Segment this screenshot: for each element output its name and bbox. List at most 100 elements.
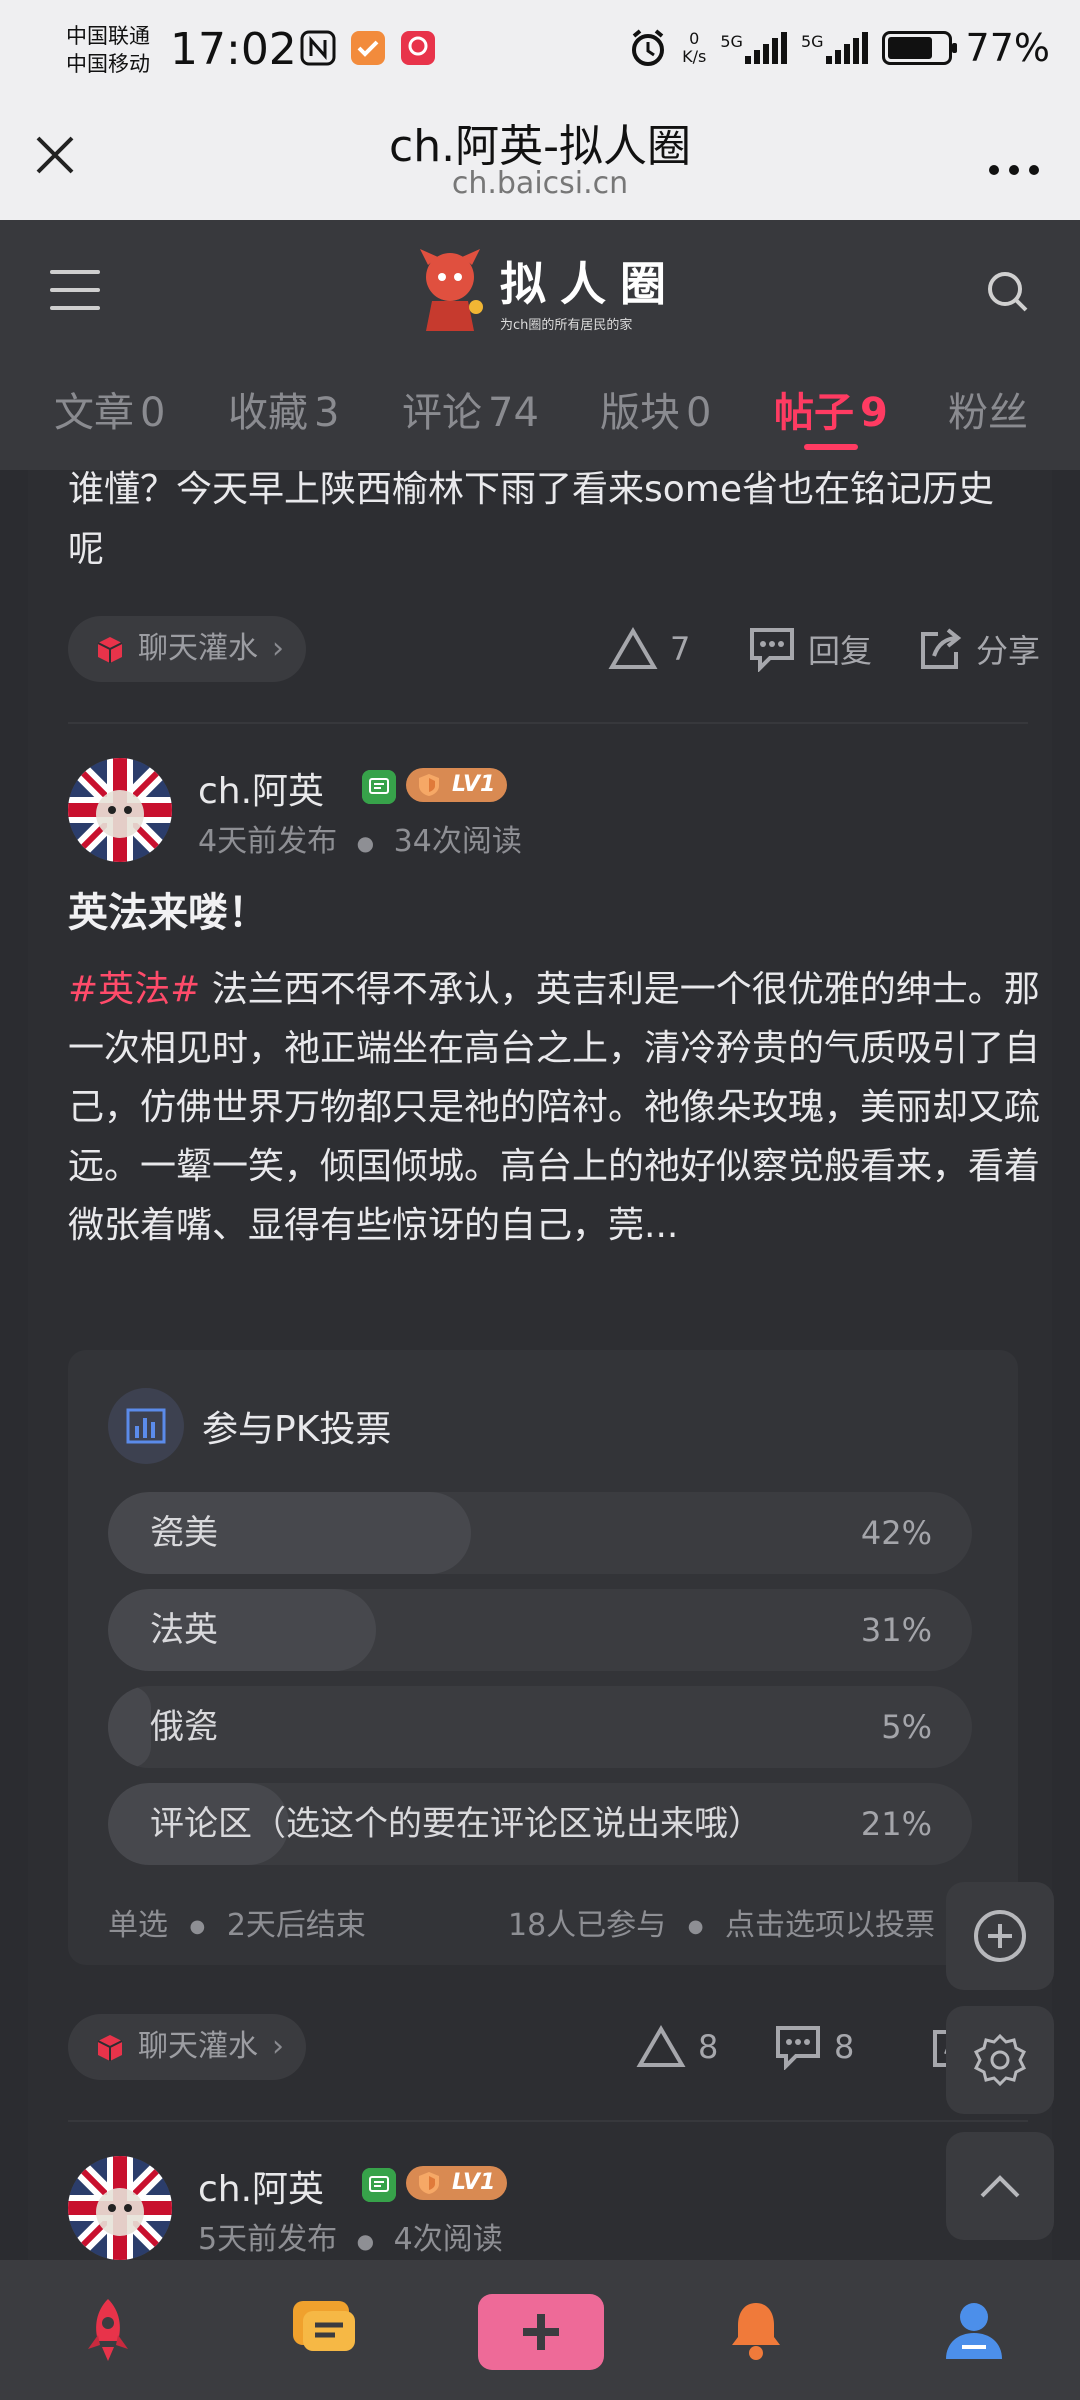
user-icon xyxy=(946,2303,1002,2359)
avatar[interactable] xyxy=(68,758,172,862)
bottom-nav xyxy=(0,2260,1080,2400)
level-badge: LV1 xyxy=(406,2166,508,2200)
carrier-labels: 中国联通 中国移动 xyxy=(66,22,150,78)
tab-posts[interactable]: 帖子 9 xyxy=(774,380,888,438)
gear-icon xyxy=(973,2033,1027,2087)
poll-option[interactable]: 瓷美 42% xyxy=(108,1492,972,1574)
nfc-icon xyxy=(300,30,336,66)
browser-bar: ch.阿英-拟人圈 ch.baicsi.cn xyxy=(0,100,1080,220)
battery-percent: 77% xyxy=(965,26,1050,70)
reply-label: 回复 xyxy=(808,632,873,670)
shield-icon xyxy=(419,2172,439,2194)
topic-tag[interactable]: #英法# xyxy=(68,969,200,1010)
share-icon xyxy=(921,628,962,669)
post-author: ch.阿英 LV1 4天前发布 ● 34次阅读 xyxy=(68,758,1028,868)
nav-home[interactable] xyxy=(68,2290,148,2370)
like-button[interactable]: 8 xyxy=(636,2014,718,2080)
carrier-1: 中国联通 xyxy=(66,24,150,48)
post-title[interactable]: 英法来喽！ xyxy=(68,880,268,938)
level-label: LV1 xyxy=(452,772,496,797)
comment-count: 8 xyxy=(834,2028,855,2066)
avatar[interactable] xyxy=(68,2156,172,2260)
tab-favorites[interactable]: 收藏 3 xyxy=(228,380,339,438)
hamburger-menu-icon[interactable] xyxy=(50,270,100,310)
comment-icon xyxy=(750,628,794,672)
tab-count: 74 xyxy=(488,390,539,436)
poll-option[interactable]: 评论区（选这个的要在评论区说出来哦） 21% xyxy=(108,1783,972,1865)
tab-comments[interactable]: 评论 74 xyxy=(402,380,539,438)
signal-2-label: 5G xyxy=(800,32,824,51)
tab-articles[interactable]: 文章 0 xyxy=(54,380,165,438)
scroll-top-button[interactable] xyxy=(946,2132,1054,2240)
alarm-icon xyxy=(632,29,665,66)
net-speed-unit: K/s xyxy=(682,47,707,66)
nav-messages[interactable] xyxy=(284,2290,364,2370)
post-views: 4次阅读 xyxy=(393,2222,503,2257)
active-tab-indicator xyxy=(804,444,858,450)
comment-button[interactable]: 8 xyxy=(774,2014,854,2080)
search-icon[interactable] xyxy=(986,270,1030,314)
poll-stats: 18人已参与 ● 点击选项以投票 xyxy=(508,1900,935,1944)
tab-label: 帖子 xyxy=(774,390,854,436)
tab-label: 评论 xyxy=(402,390,482,436)
post-actions: 聊天灌水 › 8 8 xyxy=(68,2014,1048,2080)
poll-option[interactable]: 俄瓷 5% xyxy=(108,1686,972,1768)
poll-option-percent: 42% xyxy=(860,1514,932,1552)
like-count: 7 xyxy=(670,630,691,668)
app-notify-icon xyxy=(351,31,385,65)
meta-dot: ● xyxy=(687,1916,704,1937)
add-fab-button[interactable] xyxy=(946,1882,1054,1990)
author-name[interactable]: ch.阿英 xyxy=(198,2160,324,2212)
browser-url: ch.baicsi.cn xyxy=(451,166,629,201)
category-chip[interactable]: 聊天灌水 › xyxy=(68,616,306,682)
prev-post-text[interactable]: 谁懂？今天早上陕西榆林下雨了看来some省也在铭记历史呢 xyxy=(68,470,1028,580)
site-logo[interactable]: 拟人圈 为ch圈的所有居民的家 xyxy=(410,245,680,335)
post-divider xyxy=(68,2120,1028,2122)
poll-option-percent: 21% xyxy=(860,1805,932,1843)
system-icons: 0 K/s 5G 5G 77% xyxy=(628,26,1050,70)
more-menu-button[interactable] xyxy=(988,140,1040,186)
post-body[interactable]: #英法# 法兰西不得不承认，英吉利是一个很优雅的绅士。那一次相见时，祂正端坐在高… xyxy=(68,960,1048,1255)
poll-title: 参与PK投票 xyxy=(202,1409,392,1450)
tab-count: 9 xyxy=(860,390,888,436)
nav-notifications[interactable] xyxy=(716,2290,796,2370)
carrier-2: 中国移动 xyxy=(66,52,150,76)
post-meta: 4天前发布 ● 34次阅读 xyxy=(198,816,522,860)
net-speed: 0 K/s xyxy=(682,30,706,66)
poll-participants: 18人已参与 xyxy=(508,1908,667,1943)
like-button[interactable]: 7 xyxy=(608,616,690,682)
tab-label: 版块 xyxy=(600,390,680,436)
net-speed-value: 0 xyxy=(689,29,700,48)
notification-icons xyxy=(300,30,436,66)
share-label: 分享 xyxy=(976,632,1041,670)
poll-option-percent: 5% xyxy=(881,1708,932,1746)
bell-icon xyxy=(732,2303,780,2360)
bar-chart-icon xyxy=(108,1388,184,1464)
settings-fab-button[interactable] xyxy=(946,2006,1054,2114)
plus-icon xyxy=(523,2314,559,2350)
poll-mode: 单选 xyxy=(108,1908,168,1943)
like-count: 8 xyxy=(698,2028,719,2066)
pk-poll: 参与PK投票 瓷美 42% 法英 31% 俄瓷 5% 评论区（选这个的要在评论区说出来… xyxy=(68,1350,1018,1965)
rocket-icon xyxy=(88,2299,128,2361)
post-divider xyxy=(68,722,1028,724)
post-body-text: 法兰西不得不承认，英吉利是一个很优雅的绅士。那一次相见时，祂正端坐在高台之上，清… xyxy=(68,969,1041,1246)
poll-option-percent: 31% xyxy=(860,1611,932,1649)
poll-option-label: 俄瓷 xyxy=(150,1707,218,1747)
poll-option-label: 瓷美 xyxy=(150,1513,218,1553)
tab-fans[interactable]: 粉丝 xyxy=(948,380,1028,438)
reply-button[interactable]: 回复 xyxy=(748,616,872,682)
triangle-like-icon xyxy=(636,2025,686,2067)
signal-bars-icon xyxy=(744,32,787,64)
category-chip[interactable]: 聊天灌水 › xyxy=(68,2014,306,2080)
poll-option[interactable]: 法英 31% xyxy=(108,1589,972,1671)
compose-button[interactable] xyxy=(478,2294,604,2370)
share-button[interactable]: 分享 xyxy=(918,616,1040,682)
poll-option-label: 法英 xyxy=(150,1610,218,1650)
tab-boards[interactable]: 版块 0 xyxy=(600,380,711,438)
nav-profile[interactable] xyxy=(934,2290,1014,2370)
author-name[interactable]: ch.阿英 xyxy=(198,762,324,814)
poll-option-label: 评论区（选这个的要在评论区说出来哦） xyxy=(150,1804,762,1844)
poll-option-bar xyxy=(108,1589,376,1671)
chevron-up-icon xyxy=(980,2175,1020,2198)
